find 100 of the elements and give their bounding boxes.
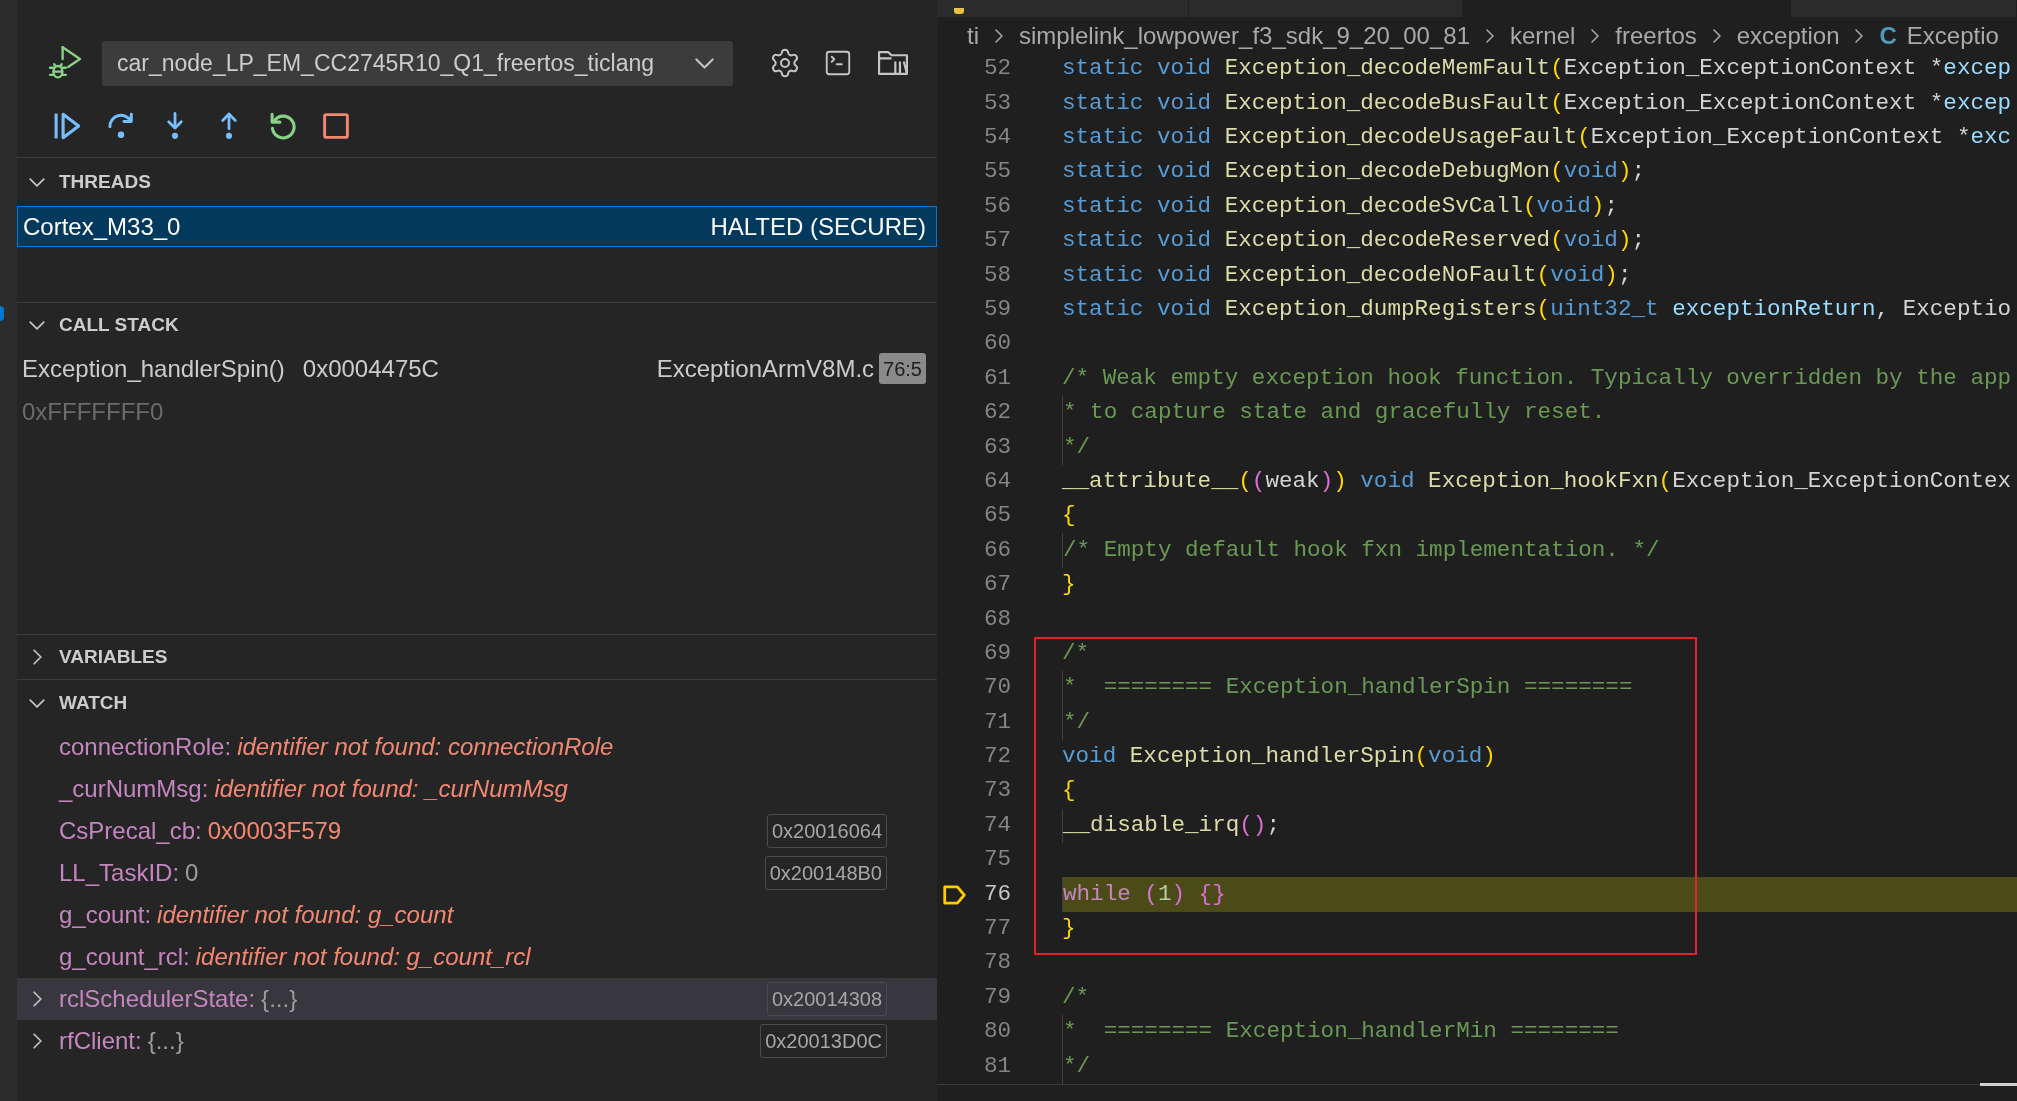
breadcrumb-item[interactable]: freertos (1615, 18, 1697, 54)
watch-item[interactable]: _curNumMsg: identifier not found: _curNumMsg (17, 768, 937, 810)
code-line: * ======== Exception_handlerMin ======== (1063, 1017, 1619, 1047)
code-line: static void Exception_decodeSvCall(void); (1062, 191, 1618, 221)
breadcrumb-item[interactable]: exception (1736, 18, 1840, 54)
watch-value: 0x0003F579 (207, 816, 342, 846)
watch-item[interactable]: g_count_rcl: identifier not found: g_count_rcl (17, 936, 937, 978)
thread-status: HALTED (SECURE) (710, 211, 926, 242)
code-line: static void Exception_decodeBusFault(Exception_ExceptionContext *excep (1062, 88, 2012, 118)
watch-name: CsPrecal_cb: (59, 816, 202, 846)
line-number: 79 (982, 982, 1011, 1012)
line-number: 74 (982, 810, 1011, 840)
watch-name: _curNumMsg: (59, 774, 209, 804)
section-header[interactable]: VARIABLES (17, 635, 937, 679)
code-line: /* (1062, 638, 1090, 668)
chevron-right-icon[interactable] (32, 991, 42, 1007)
code-line: static void Exception_decodeDebugMon(void); (1062, 157, 1646, 187)
breadcrumb-item[interactable]: Exceptio (1906, 18, 1999, 54)
chevron-right-icon (1486, 29, 1494, 43)
memory-address: 0x20016064 (766, 814, 887, 848)
section-header[interactable]: WATCH (17, 680, 937, 726)
code-line: { (1062, 501, 1076, 531)
watch-name: connectionRole: (59, 732, 232, 762)
line-number: 80 (982, 1017, 1011, 1047)
code-line: /* Weak empty exception hook function. Typically overridden by the app (1062, 363, 2012, 393)
step-over-icon[interactable] (107, 112, 135, 140)
code-line: static void Exception_decodeMemFault(Exception_ExceptionContext *excep (1062, 54, 2012, 84)
chevron-right-icon[interactable] (32, 1033, 42, 1049)
chevron-down-icon (695, 57, 714, 69)
settings-icon[interactable] (769, 47, 801, 79)
code-line: void Exception_handlerSpin(void) (1062, 742, 1496, 772)
chevron-right-icon (1591, 29, 1600, 43)
watch-name: rclSchedulerState: (59, 984, 256, 1014)
code-line: __disable_irq(); (1063, 810, 1280, 840)
line-number: 71 (982, 707, 1011, 737)
frame-address: 0xFFFFFFF0 (22, 396, 164, 427)
watch-name: g_count: (59, 900, 152, 930)
line-number: 64 (982, 466, 1011, 496)
breadcrumb-item[interactable]: kernel (1510, 18, 1576, 54)
code-line: static void Exception_decodeNoFault(void); (1062, 260, 1632, 290)
code-line: */ (1063, 1051, 1091, 1081)
thread-row[interactable]: Cortex_M33_0 HALTED (SECURE) (17, 206, 937, 247)
badge-icon (0, 306, 4, 321)
frame-file: ExceptionArmV8M.c (656, 353, 875, 384)
restart-icon[interactable] (269, 112, 297, 140)
code-line: /* Empty default hook fxn implementation. */ (1063, 535, 1660, 565)
line-number: 59 (982, 295, 1011, 324)
line-number: 68 (982, 604, 1011, 634)
line-number: 62 (982, 398, 1011, 428)
watch-item[interactable]: connectionRole: identifier not found: connectionRole (17, 726, 937, 768)
code-line: */ (1063, 707, 1091, 737)
code-line: static void Exception_decodeReserved(void); (1062, 226, 1646, 256)
frame-function: Exception_handlerSpin() (22, 353, 285, 384)
chevron-right-icon (1712, 29, 1721, 43)
breadcrumb-item[interactable]: ti (967, 18, 979, 54)
line-number: 54 (982, 123, 1011, 153)
watch-item[interactable]: g_count: identifier not found: g_count (17, 894, 937, 936)
configuration-dropdown[interactable]: car_node_LP_EM_CC2745R10_Q1_freertos_ticlang (102, 40, 733, 86)
watch-value: 0 (185, 858, 199, 888)
play-bug-icon[interactable] (48, 46, 82, 80)
watch-item[interactable]: rclSchedulerState: {...} 0x20014308 (17, 978, 937, 1020)
watch-value: identifier not found: _curNumMsg (214, 774, 568, 804)
folder-icon[interactable] (878, 51, 908, 75)
code-line: * ======== Exception_handlerSpin ======== (1063, 673, 1633, 703)
code-line: } (1062, 570, 1076, 600)
code-line: } (1062, 914, 1076, 943)
scrollbar-thumb[interactable] (1980, 1083, 2017, 1086)
watch-item[interactable]: LL_TaskID: 0 0x200148B0 (17, 852, 937, 894)
stop-icon[interactable] (323, 113, 349, 139)
frame-address: 0x0004475C (302, 353, 439, 384)
terminal-icon[interactable] (823, 48, 853, 78)
section-header[interactable]: CALL STACK (17, 303, 937, 347)
watch-value: {...} (147, 1026, 184, 1056)
code-line: */ (1063, 432, 1091, 462)
line-number: 60 (982, 329, 1011, 359)
line-number: 52 (982, 54, 1011, 84)
thread-name: Cortex_M33_0 (23, 211, 181, 242)
code-line: static void Exception_decodeUsageFault(Exception_ExceptionContext *exc (1062, 123, 2012, 153)
line-number: 66 (982, 535, 1011, 565)
watch-item[interactable]: rfClient: {...} 0x20013D0C (17, 1020, 937, 1062)
line-number: 75 (982, 845, 1011, 875)
line-number: 55 (982, 157, 1011, 187)
watch-value: {...} (261, 984, 298, 1014)
section-header[interactable]: THREADS (17, 158, 937, 206)
memory-address: 0x200148B0 (764, 856, 887, 890)
continue-icon[interactable] (53, 112, 81, 140)
watch-value: identifier not found: connectionRole (237, 732, 614, 762)
memory-address: 0x20014308 (766, 982, 887, 1016)
line-number: 70 (982, 673, 1011, 703)
watch-name: g_count_rcl: (59, 942, 190, 972)
code-line: __attribute__((weak)) void Exception_hookFxn(Exception_ExceptionContex (1062, 466, 2012, 496)
watch-name: rfClient: (59, 1026, 142, 1056)
line-number: 72 (982, 742, 1011, 772)
watch-name: LL_TaskID: (59, 858, 180, 888)
breadcrumb-item[interactable]: simplelink_lowpower_f3_sdk_9_20_00_81 (1019, 18, 1470, 54)
line-number: 77 (982, 914, 1011, 943)
code-line: static void Exception_dumpRegisters(uint32_t exceptionReturn, Exceptio (1062, 295, 2012, 324)
watch-item[interactable]: CsPrecal_cb: 0x0003F579 0x20016064 (17, 810, 937, 852)
line-number: 61 (982, 363, 1011, 393)
chevron-right-icon (995, 29, 1003, 43)
